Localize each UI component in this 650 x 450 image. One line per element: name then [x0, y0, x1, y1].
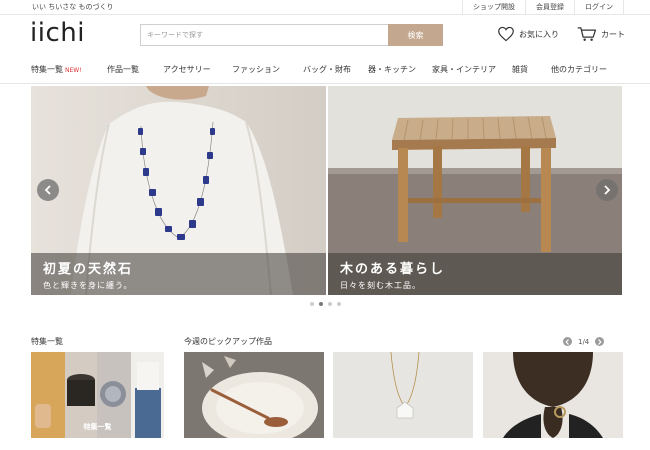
carousel-prev-button[interactable] [37, 179, 59, 201]
hair-accessory-image [483, 352, 623, 438]
hero-caption: 初夏の天然石 色と輝きを身に纏う。 [31, 253, 326, 295]
search-button[interactable]: 検索 [388, 24, 443, 46]
chevron-right-icon [604, 185, 611, 195]
nav-item-bags[interactable]: バッグ・財布 [303, 64, 351, 75]
tagline: いい ちいさな ものづくり [32, 3, 114, 11]
pendant-image [333, 352, 473, 438]
heart-icon [498, 26, 514, 42]
carousel-next-button[interactable] [596, 179, 618, 201]
pickup-next-button[interactable] [595, 337, 605, 346]
favorites-link[interactable]: お気に入り [497, 26, 559, 42]
pickup-item-necklace[interactable] [333, 352, 473, 438]
nav-item-furniture[interactable]: 家具・インテリア [432, 64, 496, 75]
cart-label: カート [601, 29, 625, 39]
hero-slide-gemstones[interactable]: 初夏の天然石 色と輝きを身に纏う。 [31, 86, 326, 295]
nav-item-label: 特集一覧 [31, 65, 63, 74]
pickup-pager: 1/4 [563, 337, 605, 346]
carousel-dot[interactable] [328, 302, 332, 306]
pickup-item-hair-accessory[interactable] [483, 352, 623, 438]
plate-image [184, 352, 324, 438]
favorites-label: お気に入り [519, 29, 559, 39]
pickup-item-plate[interactable] [184, 352, 324, 438]
features-section-title: 特集一覧 [31, 337, 63, 346]
hero-slide-woodwork[interactable]: 木のある暮らし 日々を刻む木工品。 [328, 86, 622, 295]
pickup-prev-button[interactable] [563, 337, 572, 346]
hero-title: 初夏の天然石 [43, 262, 134, 277]
nav-item-kitchen[interactable]: 器・キッチン [368, 64, 416, 75]
new-badge: NEW! [65, 67, 82, 74]
nav-item-goods[interactable]: 雑貨 [512, 64, 528, 75]
pickup-section-title: 今週のピックアップ作品 [184, 337, 272, 346]
top-utility-bar: いい ちいさな ものづくり ショップ開設 会員登録 ログイン [0, 0, 650, 15]
category-nav: 特集一覧 NEW! 作品一覧 アクセサリー ファッション バッグ・財布 器・キッチ… [0, 58, 650, 84]
site-logo[interactable]: iichi [30, 18, 85, 48]
search-bar: 検索 [140, 24, 443, 46]
carousel-dots [310, 302, 341, 306]
carousel-dot[interactable] [319, 302, 323, 306]
nav-item-works[interactable]: 作品一覧 [107, 64, 139, 75]
features-tile-label: 特集一覧 [83, 423, 112, 431]
nav-item-other[interactable]: 他のカテゴリー [551, 64, 607, 75]
chevron-left-icon [44, 185, 51, 195]
hero-caption: 木のある暮らし 日々を刻む木工品。 [328, 253, 622, 295]
login-link[interactable]: ログイン [575, 0, 624, 15]
register-link[interactable]: 会員登録 [526, 0, 575, 15]
nav-item-fashion[interactable]: ファッション [232, 64, 280, 75]
cart-icon [577, 27, 597, 41]
hero-subtitle: 日々を刻む木工品。 [340, 281, 421, 290]
open-shop-link[interactable]: ショップ開設 [463, 0, 526, 15]
cart-link[interactable]: カート [577, 26, 625, 42]
hero-subtitle: 色と輝きを身に纏う。 [43, 281, 133, 290]
nav-item-features[interactable]: 特集一覧 NEW! [31, 64, 82, 75]
hero-title: 木のある暮らし [340, 262, 446, 277]
chevron-right-icon [598, 338, 602, 345]
nav-item-accessories[interactable]: アクセサリー [163, 64, 211, 75]
chevron-left-icon [565, 338, 569, 345]
carousel-dot[interactable] [310, 302, 314, 306]
carousel-dot[interactable] [337, 302, 341, 306]
pickup-page-indicator: 1/4 [578, 337, 590, 346]
features-tile[interactable]: 特集一覧 [31, 352, 164, 438]
search-input[interactable] [140, 24, 388, 46]
top-links: ショップ開設 会員登録 ログイン [462, 0, 624, 15]
